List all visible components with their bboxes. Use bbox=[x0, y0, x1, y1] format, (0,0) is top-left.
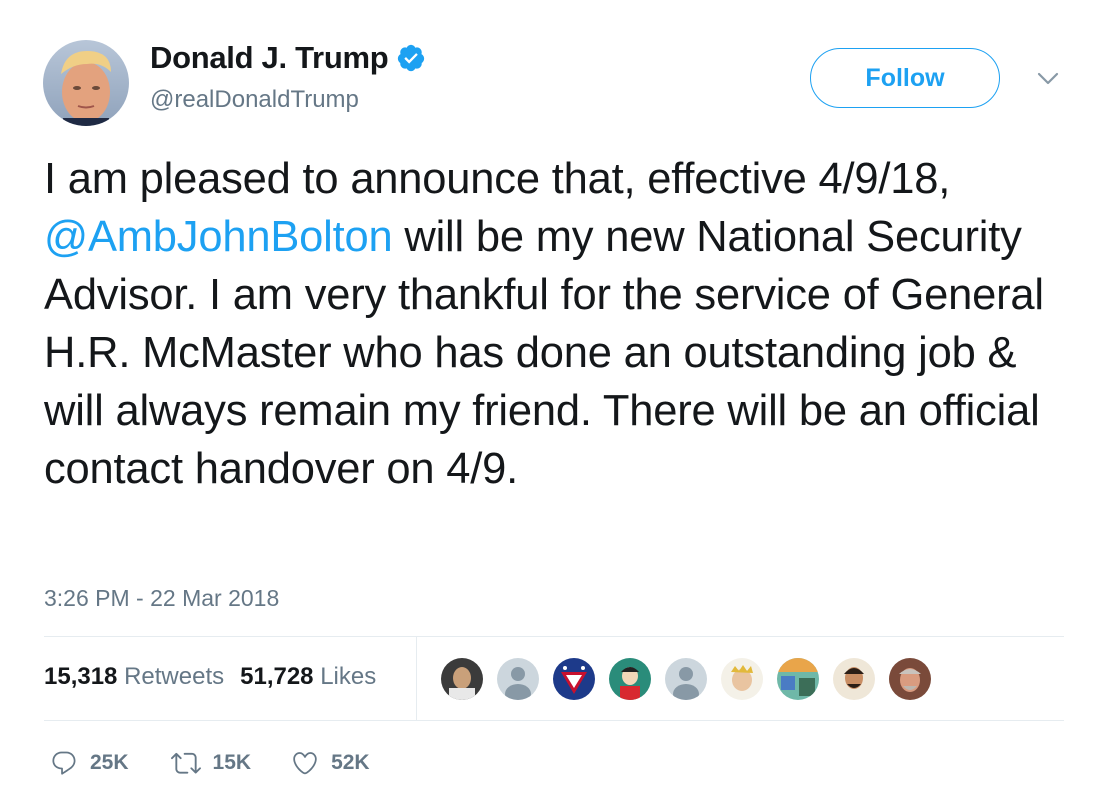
likes-label: Likes bbox=[320, 663, 377, 690]
tweet-text: I am pleased to announce that, effective… bbox=[44, 150, 1054, 498]
tweet-timestamp[interactable]: 3:26 PM - 22 Mar 2018 bbox=[44, 585, 279, 612]
user-handle[interactable]: @realDonaldTrump bbox=[150, 86, 359, 114]
divider bbox=[44, 720, 1064, 721]
tweet-text-part-1: I am pleased to announce that, effective… bbox=[44, 155, 951, 203]
verified-badge-icon bbox=[396, 43, 426, 73]
retweets-stat[interactable]: 15,318 Retweets bbox=[44, 663, 224, 691]
heart-icon bbox=[293, 752, 317, 775]
retweet-button[interactable]: 15K bbox=[170, 748, 252, 778]
liker-avatar[interactable] bbox=[887, 656, 933, 702]
divider bbox=[44, 636, 1064, 637]
reply-count: 25K bbox=[90, 751, 129, 774]
tweet-stats: 15,318 Retweets 51,728 Likes bbox=[44, 663, 376, 691]
liker-avatar[interactable] bbox=[495, 656, 541, 702]
retweets-count: 15,318 bbox=[44, 663, 118, 690]
liker-avatar[interactable] bbox=[719, 656, 765, 702]
liker-avatars bbox=[439, 656, 943, 702]
liker-avatar[interactable] bbox=[663, 656, 709, 702]
like-count: 52K bbox=[331, 751, 370, 774]
like-button[interactable]: 52K bbox=[291, 749, 370, 777]
tweet-actions: 25K 15K 52K bbox=[50, 748, 370, 778]
liker-avatar[interactable] bbox=[439, 656, 485, 702]
divider bbox=[416, 637, 417, 720]
retweet-icon bbox=[170, 752, 201, 774]
liker-avatar[interactable] bbox=[831, 656, 877, 702]
display-name[interactable]: Donald J. Trump bbox=[150, 40, 426, 76]
liker-avatar[interactable] bbox=[551, 656, 597, 702]
reply-icon bbox=[52, 751, 76, 775]
mention-link[interactable]: @AmbJohnBolton bbox=[44, 213, 393, 261]
likes-stat[interactable]: 51,728 Likes bbox=[240, 663, 376, 691]
liker-avatar[interactable] bbox=[775, 656, 821, 702]
chevron-down-icon[interactable] bbox=[1034, 66, 1062, 90]
likes-count: 51,728 bbox=[240, 663, 314, 690]
retweets-label: Retweets bbox=[124, 663, 225, 690]
avatar[interactable] bbox=[43, 40, 129, 126]
display-name-text: Donald J. Trump bbox=[150, 40, 389, 75]
reply-button[interactable]: 25K bbox=[50, 749, 129, 777]
retweet-count: 15K bbox=[212, 751, 252, 774]
liker-avatar[interactable] bbox=[607, 656, 653, 702]
follow-button[interactable]: Follow bbox=[810, 48, 1000, 108]
